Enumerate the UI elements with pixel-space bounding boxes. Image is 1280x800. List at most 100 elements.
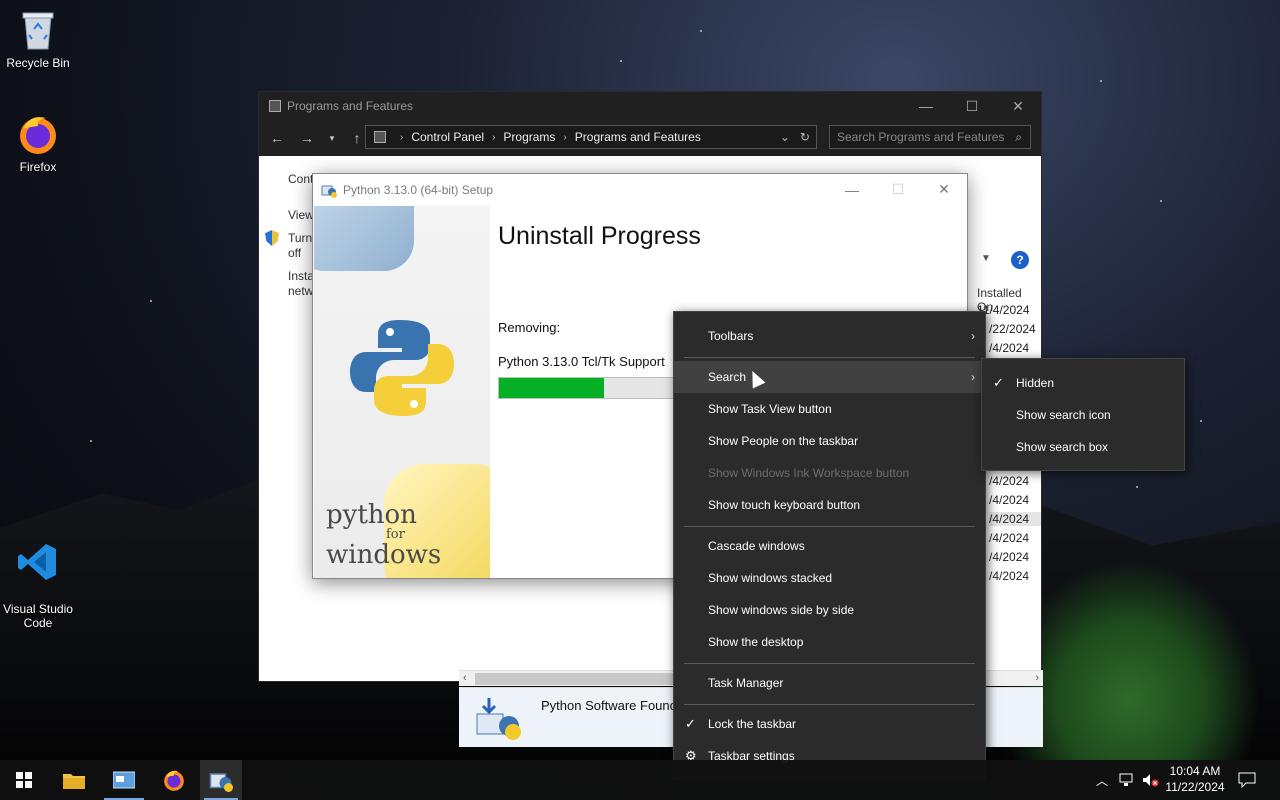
start-button[interactable] xyxy=(0,760,48,800)
python-logo-icon xyxy=(350,320,454,416)
address-bar[interactable]: › Control Panel › Programs › Programs an… xyxy=(365,125,817,149)
table-cell-date: /4/2024 xyxy=(989,550,1030,564)
network-icon[interactable] xyxy=(1118,760,1136,800)
sidebar-install-from-network[interactable]: Insta xyxy=(288,269,314,283)
control-panel-icon xyxy=(374,131,386,143)
table-cell-date: /4/2024 xyxy=(989,531,1030,545)
control-panel-icon xyxy=(269,100,281,112)
scroll-left-icon[interactable]: ‹ xyxy=(463,672,467,684)
breadcrumb-programs-and-features[interactable]: Programs and Features xyxy=(575,130,701,144)
menu-item-cascade-windows[interactable]: Cascade windows xyxy=(674,530,985,562)
search-placeholder: Search Programs and Features xyxy=(837,130,1005,144)
sidebar-install-from-network-line2[interactable]: netw xyxy=(288,284,313,298)
menu-item-label: Show Windows Ink Workspace button xyxy=(708,466,910,480)
search-input[interactable]: Search Programs and Features ⌕ xyxy=(829,125,1031,149)
taskbar-context-menu: Toolbars › Search › Show Task View button … xyxy=(673,311,986,780)
firefox-icon xyxy=(16,112,60,156)
desktop-icon-recycle-bin[interactable]: Recycle Bin xyxy=(0,8,76,70)
submenu-item-show-search-icon[interactable]: Show search icon xyxy=(982,399,1184,431)
sidebar-turn-windows-features-line2[interactable]: off xyxy=(288,246,301,260)
menu-item-lock-taskbar[interactable]: ✓ Lock the taskbar xyxy=(674,708,985,740)
menu-item-label: Lock the taskbar xyxy=(708,717,797,731)
menu-divider xyxy=(684,526,975,527)
menu-item-toolbars[interactable]: Toolbars › xyxy=(674,320,985,352)
firefox-icon xyxy=(164,770,184,791)
taskbar[interactable]: ︿ 10:04 AM 11/22/2024 xyxy=(0,760,1280,800)
maximize-button: ☐ xyxy=(891,181,905,197)
search-icon: ⌕ xyxy=(1015,129,1022,144)
table-cell-date: /4/2024 xyxy=(989,569,1030,583)
python-installer-icon xyxy=(209,773,233,792)
back-arrow-icon[interactable]: ← xyxy=(265,130,289,146)
volume-muted-icon[interactable] xyxy=(1142,760,1160,800)
taskbar-firefox[interactable] xyxy=(150,760,198,800)
desktop-icon-vscode[interactable]: Visual Studio Code xyxy=(0,526,76,644)
address-dropdown-refresh[interactable]: ⌄ ↻ xyxy=(780,130,810,144)
menu-item-label: Cascade windows xyxy=(708,539,805,553)
desktop-icon-label: Visual Studio Code xyxy=(3,602,73,630)
menu-item-label: Hidden xyxy=(1016,376,1055,390)
menu-item-task-manager[interactable]: Task Manager xyxy=(674,667,985,699)
table-cell-date: /4/2024 xyxy=(989,512,1041,526)
setup-side-banner: python for windows xyxy=(314,206,490,578)
breadcrumb-control-panel[interactable]: Control Panel xyxy=(411,130,484,144)
windows-logo-icon xyxy=(16,772,32,788)
breadcrumb-chevron-icon: › xyxy=(400,131,404,143)
minimize-button[interactable]: — xyxy=(829,174,875,205)
breadcrumb-chevron-icon: › xyxy=(492,131,496,143)
forward-arrow-icon[interactable]: → xyxy=(295,130,319,146)
close-button[interactable]: ✕ xyxy=(921,174,967,205)
breadcrumb-chevron-icon: › xyxy=(563,131,567,143)
chevron-right-icon: › xyxy=(971,329,975,343)
sidebar-turn-windows-features[interactable]: Turn xyxy=(288,231,312,245)
help-icon[interactable]: ? xyxy=(1011,251,1029,269)
menu-item-show-touch-keyboard[interactable]: Show touch keyboard button xyxy=(674,489,985,521)
breadcrumb-programs[interactable]: Programs xyxy=(503,130,555,144)
taskbar-python-setup[interactable] xyxy=(200,760,242,800)
brand-line2: windows xyxy=(326,540,442,570)
menu-item-label: Show search icon xyxy=(1016,408,1111,422)
menu-item-side-by-side[interactable]: Show windows side by side xyxy=(674,594,985,626)
clock-date: 11/22/2024 xyxy=(1165,780,1225,794)
progress-fill xyxy=(499,378,605,398)
table-cell-date: /22/2024 xyxy=(989,322,1036,336)
table-cell-date: /4/2024 xyxy=(989,341,1030,355)
control-panel-icon xyxy=(113,771,135,789)
menu-item-show-ink-workspace: Show Windows Ink Workspace button xyxy=(674,457,985,489)
menu-item-label: Show People on the taskbar xyxy=(708,434,859,448)
taskbar-clock[interactable]: 10:04 AM 11/22/2024 xyxy=(1160,763,1230,795)
desktop-icon-firefox[interactable]: Firefox xyxy=(0,112,76,174)
recent-locations-chevron-icon[interactable]: ▾ xyxy=(325,133,339,144)
python-installer-icon xyxy=(321,185,337,198)
menu-item-show-people[interactable]: Show People on the taskbar xyxy=(674,425,985,457)
minimize-button[interactable]: — xyxy=(903,92,949,120)
window-titlebar[interactable]: Programs and Features — ☐ ✕ xyxy=(259,92,1041,120)
submenu-item-show-search-box[interactable]: Show search box xyxy=(982,431,1184,463)
setup-titlebar[interactable]: Python 3.13.0 (64-bit) Setup — ☐ ✕ xyxy=(313,174,967,205)
notifications-icon[interactable] xyxy=(1238,760,1256,800)
menu-item-show-task-view[interactable]: Show Task View button xyxy=(674,393,985,425)
show-hidden-icons-chevron-icon[interactable]: ︿ xyxy=(1096,760,1108,800)
clock-time: 10:04 AM xyxy=(1169,764,1221,778)
submenu-item-hidden[interactable]: ✓ Hidden xyxy=(982,367,1184,399)
window-title: Programs and Features xyxy=(287,99,414,113)
menu-item-label: Show Task View button xyxy=(708,402,832,416)
search-submenu: ✓ Hidden Show search icon Show search box xyxy=(981,358,1185,471)
view-options-chevron-icon[interactable]: ▼ xyxy=(981,253,991,264)
scrollbar-thumb[interactable] xyxy=(475,673,675,685)
menu-item-label: Show search box xyxy=(1016,440,1109,454)
taskbar-file-explorer[interactable] xyxy=(50,760,98,800)
chevron-right-icon: › xyxy=(971,370,975,384)
scroll-right-icon[interactable]: › xyxy=(1035,672,1039,684)
desktop-icon-label: Recycle Bin xyxy=(6,56,70,70)
menu-divider xyxy=(684,704,975,705)
taskbar-control-panel[interactable] xyxy=(100,760,148,800)
python-for-windows-wordmark: python for windows xyxy=(326,502,441,568)
close-button[interactable]: ✕ xyxy=(995,92,1041,120)
menu-item-label: Show windows stacked xyxy=(708,571,833,585)
maximize-button[interactable]: ☐ xyxy=(949,92,995,120)
menu-item-show-desktop[interactable]: Show the desktop xyxy=(674,626,985,658)
menu-item-windows-stacked[interactable]: Show windows stacked xyxy=(674,562,985,594)
menu-item-search[interactable]: Search › xyxy=(674,361,985,393)
sidebar-view-installed-updates[interactable]: View xyxy=(288,208,314,222)
